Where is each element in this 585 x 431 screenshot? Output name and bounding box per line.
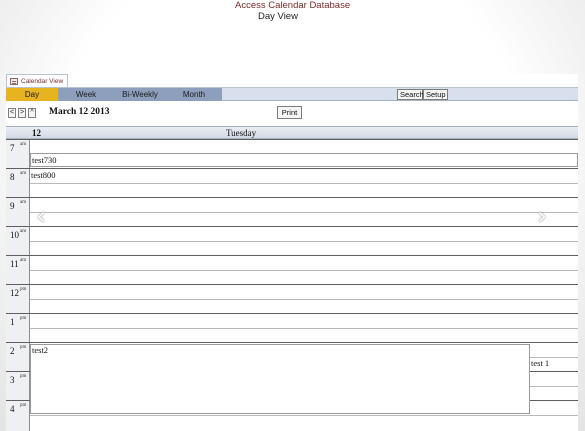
app-subtitle: Day View (258, 11, 298, 22)
ampm-label: am (20, 200, 27, 205)
ampm-label: am (20, 142, 27, 147)
app-title: Access Calendar Database (235, 0, 351, 11)
ampm-label: pm (20, 287, 27, 292)
hour-label: 4 (10, 404, 15, 414)
hour-row[interactable]: 12 pm (6, 284, 578, 313)
half-hour-line (30, 212, 578, 213)
hour-label: 1 (10, 317, 15, 327)
view-tab-bar: Day Week Bi-Weekly Month Search Setup (6, 88, 578, 101)
hour-label: 2 (10, 346, 15, 356)
tab-week[interactable]: Week (58, 88, 114, 101)
day-header: 12 Tuesday (6, 126, 578, 139)
half-hour-line (30, 328, 578, 329)
half-hour-line (30, 299, 578, 300)
tab-month[interactable]: Month (166, 88, 222, 101)
tab-day[interactable]: Day (6, 88, 58, 101)
next-day-button[interactable]: > (18, 108, 26, 118)
event-test730[interactable]: test730 (30, 153, 578, 167)
event-test1[interactable]: test 1 (530, 358, 549, 368)
half-hour-line (30, 241, 578, 242)
day-number: 12 (32, 128, 41, 138)
hour-row[interactable]: 1 pm (6, 313, 578, 342)
chevron-left-icon[interactable]: ‹ (34, 204, 48, 228)
today-button[interactable]: ^ (28, 108, 36, 118)
hour-label: 11 (10, 259, 19, 269)
half-hour-line (30, 270, 578, 271)
form-icon (10, 78, 18, 85)
ampm-label: pm (20, 345, 27, 350)
hour-label: 8 (10, 172, 15, 182)
ampm-label: pm (20, 316, 27, 321)
event-test800[interactable]: test800 (30, 170, 56, 180)
hour-label: 12 (10, 288, 19, 298)
setup-button[interactable]: Setup (423, 89, 448, 100)
ampm-label: pm (20, 403, 27, 408)
half-hour-line (30, 183, 578, 184)
ampm-label: am (20, 171, 27, 176)
hour-row[interactable]: 11 am (6, 255, 578, 284)
hour-label: 10 (10, 230, 19, 240)
print-button[interactable]: Print (277, 106, 302, 119)
time-grid[interactable]: 7 am 8 am 9 am 10 am 11 am 12 pm 1 pm 2 … (6, 139, 578, 431)
document-tab-label: Calendar View (21, 78, 64, 85)
hour-label: 9 (10, 201, 15, 211)
day-name: Tuesday (226, 128, 257, 138)
current-date: March 12 2013 (49, 107, 110, 117)
hour-row[interactable]: 10 am (6, 226, 578, 255)
ampm-label: am (20, 258, 27, 263)
chevron-right-icon[interactable]: › (535, 204, 549, 228)
prev-day-button[interactable]: < (8, 108, 16, 118)
hour-row[interactable]: 8 am (6, 168, 578, 197)
ampm-label: am (20, 229, 27, 234)
ampm-label: pm (20, 374, 27, 379)
hour-label: 7 (10, 143, 15, 153)
hour-row[interactable]: 9 am (6, 197, 578, 226)
document-tab-calendar-view[interactable]: Calendar View (6, 74, 68, 88)
tab-biweekly[interactable]: Bi-Weekly (114, 88, 166, 101)
half-hour-line (30, 415, 578, 416)
hour-label: 3 (10, 375, 15, 385)
search-button[interactable]: Search (397, 89, 424, 100)
date-navigation: < > ^ March 12 2013 Print (6, 102, 578, 126)
app-header: Access Calendar Database Day View (0, 0, 585, 22)
calendar-window: Calendar View Day Week Bi-Weekly Month S… (6, 74, 578, 431)
event-test2[interactable]: test2 (30, 344, 530, 414)
